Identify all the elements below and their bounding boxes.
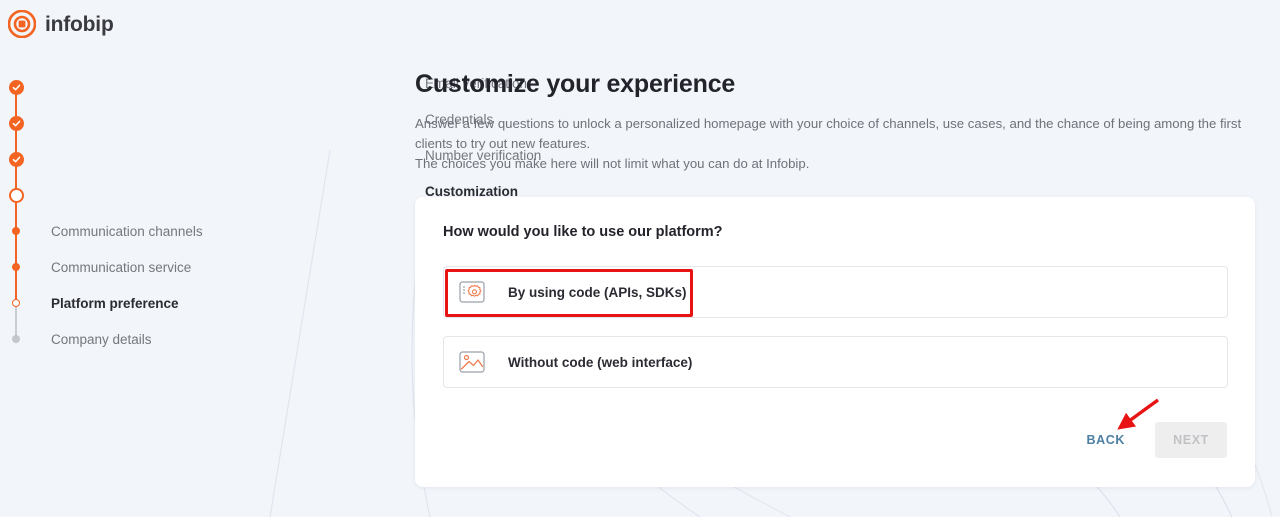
sidebar-item-communication-channels[interactable]: Communication channels: [0, 220, 203, 242]
option-by-using-code[interactable]: By using code (APIs, SDKs): [443, 266, 1228, 318]
sidebar-item-label: Company details: [51, 331, 152, 347]
substep-dot-icon: [12, 227, 20, 235]
sidebar-item-label: Communication service: [51, 259, 192, 275]
code-window-gear-icon: [458, 280, 486, 304]
sidebar-item-credentials[interactable]: Credentials: [0, 112, 493, 134]
customization-card: How would you like to use our platform? …: [415, 197, 1255, 487]
sidebar-item-label: Platform preference: [51, 295, 179, 311]
step-bullet-sub-current: [0, 299, 32, 307]
page-description-line-2: clients to try out new features.: [415, 136, 591, 151]
check-icon: [8, 115, 24, 131]
infobip-target-logo-icon: [8, 10, 36, 38]
option-label: Without code (web interface): [508, 354, 693, 370]
brand-name: infobip: [45, 12, 114, 36]
step-bullet-done: [0, 79, 32, 95]
check-icon: [8, 151, 24, 167]
card-actions: BACK NEXT: [1072, 422, 1227, 458]
onboarding-stepper: Email verification Credentials Number ve…: [0, 64, 541, 364]
back-button[interactable]: BACK: [1072, 423, 1139, 457]
step-bullet-future: [0, 335, 32, 343]
next-button[interactable]: NEXT: [1155, 422, 1227, 458]
option-without-code[interactable]: Without code (web interface): [443, 336, 1228, 388]
step-bullet-sub-done: [0, 227, 32, 235]
step-bullet-done: [0, 151, 32, 167]
sidebar-item-company-details[interactable]: Company details: [0, 328, 152, 350]
page-description: Answer a few questions to unlock a perso…: [415, 114, 1255, 174]
option-label: By using code (APIs, SDKs): [508, 284, 687, 300]
infobip-logo[interactable]: infobip: [8, 10, 114, 38]
step-bullet-sub-done: [0, 263, 32, 271]
substep-dot-icon: [12, 263, 20, 271]
substep-current-dot-icon: [12, 299, 20, 307]
sidebar-item-label: Communication channels: [51, 223, 203, 239]
current-step-dot-icon: [8, 187, 24, 203]
sidebar-item-customization[interactable]: Customization: [0, 184, 518, 206]
card-question: How would you like to use our platform?: [443, 224, 723, 240]
sidebar-item-platform-preference[interactable]: Platform preference: [0, 292, 179, 314]
platform-preference-options: By using code (APIs, SDKs) Without code …: [443, 266, 1228, 406]
page-title: Customize your experience: [415, 70, 736, 98]
image-picture-icon: [458, 350, 486, 374]
sidebar-item-communication-service[interactable]: Communication service: [0, 256, 191, 278]
page-description-line-3: The choices you make here will not limit…: [415, 156, 810, 171]
step-bullet-done: [0, 115, 32, 131]
substep-future-dot-icon: [12, 335, 20, 343]
page-description-line-1: Answer a few questions to unlock a perso…: [415, 116, 1242, 131]
sidebar-item-number-verification[interactable]: Number verification: [0, 148, 541, 170]
sidebar-item-email-verification[interactable]: Email verification: [0, 76, 527, 98]
step-bullet-current: [0, 187, 32, 203]
check-icon: [8, 79, 24, 95]
app-header: infobip: [0, 0, 1280, 52]
